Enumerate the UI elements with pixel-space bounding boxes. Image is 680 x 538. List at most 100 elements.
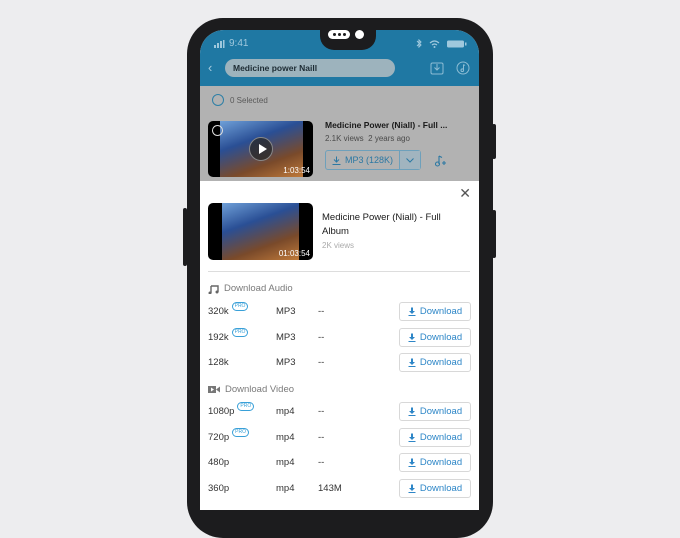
select-all[interactable]: 0 Selected [212,94,268,106]
quality-value: 320k [208,306,229,317]
quality-label: 320k PRO [208,302,249,317]
play-icon[interactable] [249,137,273,161]
format-label: MP3 [276,331,296,343]
sheet-thumbnail: 01:03:54 [208,203,313,260]
video-section-header: Download Video [208,384,294,395]
wifi-icon [429,39,440,48]
speaker-icon [328,30,350,39]
chevron-down-icon [406,157,414,163]
result-title[interactable]: Medicine Power (Niall) - Full ... [325,120,447,130]
result-meta: 2.1K views 2 years ago [325,134,410,143]
quality-label: 480p [208,457,229,468]
video-row: 1080p PRO mp4 -- Download [208,402,471,422]
size-label: -- [318,431,325,443]
size-label: -- [318,406,325,417]
item-select-checkbox[interactable] [212,125,223,136]
quality-label: 720p PRO [208,427,249,443]
download-icon [408,433,416,442]
format-label: mp4 [276,482,295,494]
download-label: Download [419,357,463,368]
sheet-views: 2K views [322,241,355,250]
search-input[interactable]: Medicine power Naill [225,59,395,77]
quality-label: 192k PRO [208,327,249,343]
quality-value: 360p [208,482,230,494]
pro-badge: PRO [231,302,249,311]
size-label: -- [318,331,325,343]
pro-badge: PRO [231,327,249,337]
quality-value: 192k [208,331,229,343]
format-download-main[interactable]: MP3 (128K) [326,151,399,169]
download-label: Download [419,331,463,343]
selected-count: 0 Selected [230,95,268,105]
quality-value: 480p [208,457,230,468]
download-label: Download [419,306,463,317]
format-label: MP3 [276,357,296,368]
quality-label: 128k [208,357,229,368]
video-camera-icon [208,386,220,393]
download-tray-icon[interactable] [430,61,444,75]
size-label: -- [318,357,325,368]
video-row: 480p mp4 -- Download [208,453,471,473]
download-label: Download [419,457,463,468]
close-icon[interactable]: ✕ [459,185,471,202]
format-download-button[interactable]: MP3 (128K) [325,150,421,170]
quality-value: 1080p [208,406,235,417]
download-button[interactable]: Download [399,302,471,321]
download-button[interactable]: Download [399,427,471,447]
quality-value: 128k [208,357,229,368]
bluetooth-icon [416,39,422,48]
results-list: 0 Selected 1:03:54 Medicine Power (Niall… [200,86,479,181]
select-all-checkbox[interactable] [212,94,224,106]
camera-icon [355,30,364,39]
phone-side-button [492,210,496,258]
download-button[interactable]: Download [399,453,471,472]
result-views: 2.1K views [325,134,364,143]
format-label: MP3 (128K) [344,155,394,165]
download-label: Download [419,431,463,443]
status-time: 9:41 [229,38,249,49]
quality-label: 360p [208,483,229,494]
size-label: -- [318,306,325,317]
result-age: 2 years ago [368,134,410,143]
divider [208,271,470,272]
format-dropdown-toggle[interactable] [399,151,420,169]
size-label: 143M [318,482,342,494]
download-icon [408,333,416,342]
app-screen: 9:41 ‹ Medicine power Naill 0 Selected 1… [200,30,479,510]
phone-side-button [492,124,496,159]
audio-section-header: Download Audio [208,283,293,294]
sheet-title: Medicine Power (Niall) - Full Album [322,212,441,237]
music-note-icon [208,284,219,294]
format-label: mp4 [276,431,295,443]
video-section-label: Download Video [225,384,295,395]
result-thumbnail[interactable]: 1:03:54 [208,121,313,177]
quality-label: 1080p PRO [208,402,255,417]
download-button[interactable]: Download [399,353,471,372]
status-bar-left: 9:41 [214,38,248,49]
format-label: mp4 [276,406,295,417]
add-to-playlist-icon[interactable] [434,155,446,167]
music-note-circle-icon[interactable] [456,61,470,75]
signal-icon [214,39,225,48]
audio-row: 192k PRO MP3 -- Download [208,327,471,348]
back-button[interactable]: ‹ [208,60,212,75]
video-row: 720p PRO mp4 -- Download [208,427,471,448]
audio-row: 320k PRO MP3 -- Download [208,302,471,322]
pro-badge: PRO [232,427,249,437]
download-icon [408,407,416,416]
pro-badge: PRO [237,402,255,411]
battery-icon [447,40,467,47]
status-bar-right [416,39,467,48]
download-button[interactable]: Download [399,402,471,421]
download-icon [408,484,416,493]
download-button[interactable]: Download [399,327,471,347]
video-row: 360p mp4 143M Download [208,478,471,499]
download-sheet: ✕ 01:03:54 Medicine Power (Niall) - Full… [200,181,479,510]
duration-label: 01:03:54 [278,249,310,258]
format-label: mp4 [276,457,295,468]
audio-section-label: Download Audio [224,283,293,294]
download-icon [408,358,416,367]
phone-side-button [183,208,187,266]
duration-label: 1:03:54 [283,166,310,175]
download-button[interactable]: Download [399,478,471,498]
